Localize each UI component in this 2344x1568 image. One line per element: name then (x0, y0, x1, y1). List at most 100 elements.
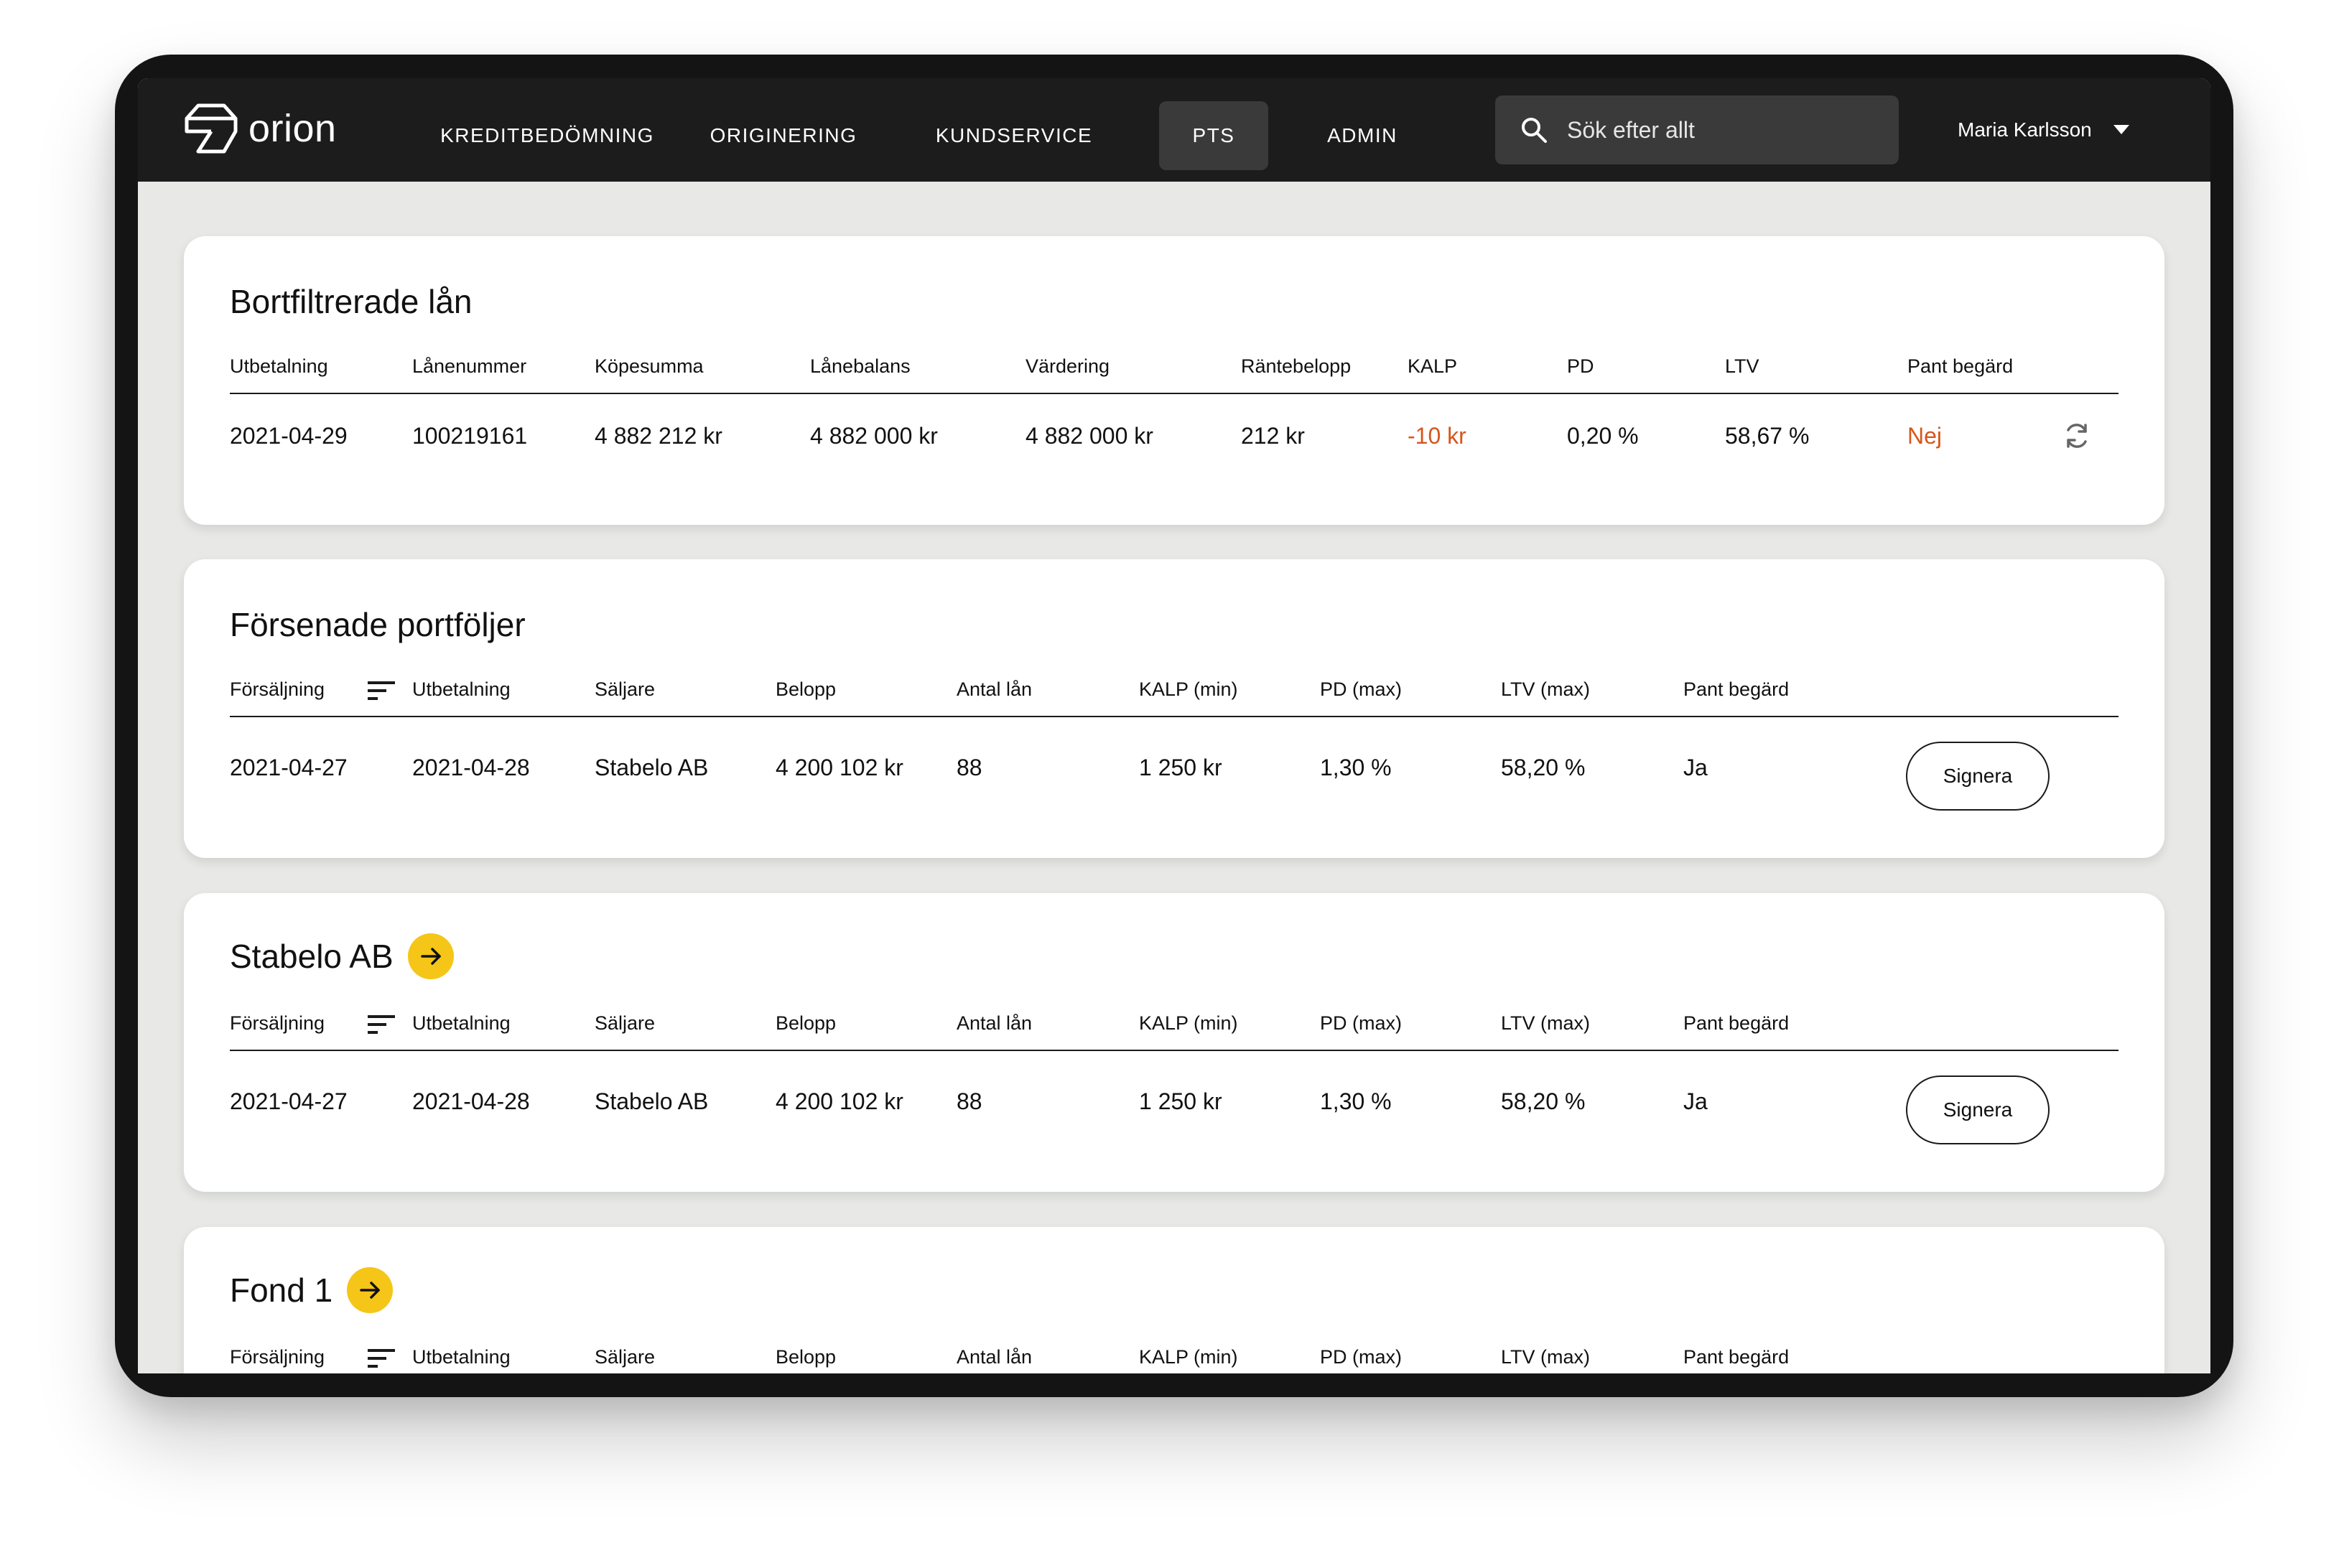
cell-pd: 0,20 % (1567, 423, 1639, 449)
nav-item-originering[interactable]: ORIGINERING (701, 101, 866, 170)
column-header[interactable]: Säljare (595, 1012, 655, 1035)
column-header[interactable]: Antal lån (957, 1012, 1032, 1035)
cell-belopp: 4 200 102 kr (776, 755, 903, 780)
table-row[interactable]: 2021-04-27 2021-04-28 Stabelo AB 4 200 1… (230, 1081, 2119, 1124)
cell-pd-max: 1,30 % (1320, 755, 1392, 780)
cell-saljare: Stabelo AB (595, 1088, 709, 1114)
column-header[interactable]: Utbetalning (412, 678, 511, 701)
cell-lanenummer: 100219161 (412, 423, 528, 449)
arrow-right-icon (420, 948, 441, 965)
column-header[interactable]: Försäljning (230, 1012, 325, 1035)
sign-button[interactable]: Signera (1906, 1075, 2050, 1144)
table-header-row: Försäljning Utbetalning Säljare Belopp A… (230, 1342, 2119, 1373)
cell-pd-max: 1,30 % (1320, 1088, 1392, 1114)
table-row[interactable]: 2021-04-29 100219161 4 882 212 kr 4 882 … (230, 416, 2119, 459)
column-header[interactable]: LTV (max) (1501, 678, 1590, 701)
column-header[interactable]: PD (max) (1320, 1012, 1402, 1035)
sort-icon[interactable] (368, 1015, 395, 1034)
open-stabelo-button[interactable] (407, 933, 454, 979)
column-header[interactable]: PD (max) (1320, 1346, 1402, 1368)
column-header[interactable]: PD (max) (1320, 678, 1402, 701)
open-fond1-button[interactable] (347, 1267, 394, 1313)
column-header[interactable]: Lånebalans (810, 355, 911, 378)
column-header[interactable]: Antal lån (957, 678, 1032, 701)
nav-item-kundservice[interactable]: KUNDSERVICE (921, 101, 1107, 170)
column-header[interactable]: Säljare (595, 1346, 655, 1368)
column-header[interactable]: Säljare (595, 678, 655, 701)
card-title: Bortfiltrerade lån (230, 283, 473, 320)
sign-button[interactable]: Signera (1906, 742, 2050, 811)
column-header[interactable]: KALP (min) (1139, 1012, 1238, 1035)
cell-ltv-max: 58,20 % (1501, 1088, 1586, 1114)
column-header[interactable]: Pant begärd (1907, 355, 2013, 378)
sort-icon[interactable] (368, 1349, 395, 1368)
table-header-row: Försäljning Utbetalning Säljare Belopp A… (230, 674, 2119, 717)
cell-vardering: 4 882 000 kr (1026, 423, 1153, 449)
search-icon (1522, 118, 1547, 143)
caret-down-icon (2113, 125, 2129, 134)
card-title-row: Stabelo AB (230, 933, 454, 979)
column-header[interactable]: Värdering (1026, 355, 1110, 378)
card-title: Försenade portföljer (230, 606, 526, 643)
user-menu[interactable]: Maria Karlsson (1958, 101, 2129, 159)
delayed-portfolios-card: Försenade portföljer Försäljning Utbetal… (184, 559, 2164, 858)
user-name: Maria Karlsson (1958, 118, 2092, 141)
column-header[interactable]: Belopp (776, 1012, 836, 1035)
column-header[interactable]: Utbetalning (412, 1346, 511, 1368)
column-header[interactable]: Utbetalning (412, 1012, 511, 1035)
cell-kalp: -10 kr (1408, 423, 1466, 449)
nav-item-admin[interactable]: ADMIN (1308, 101, 1416, 170)
column-header[interactable]: Lånenummer (412, 355, 526, 378)
card-title-row: Fond 1 (230, 1267, 394, 1313)
column-header[interactable]: Pant begärd (1683, 678, 1789, 701)
search-box[interactable] (1495, 95, 1899, 164)
column-header[interactable]: Försäljning (230, 678, 325, 701)
cell-antal-lan: 88 (957, 755, 982, 780)
column-header[interactable]: LTV (max) (1501, 1012, 1590, 1035)
cell-utbetalning: 2021-04-29 (230, 423, 348, 449)
column-header[interactable]: KALP (min) (1139, 1346, 1238, 1368)
arrow-right-icon (360, 1282, 380, 1299)
orion-logo-icon (185, 103, 238, 154)
column-header[interactable]: Räntebelopp (1241, 355, 1351, 378)
top-navigation-bar: orion KREDITBEDÖMNING ORIGINERING KUNDSE… (138, 78, 2210, 182)
search-input[interactable] (1567, 116, 1883, 144)
column-header[interactable]: Utbetalning (230, 355, 328, 378)
table-row[interactable]: 2021-04-27 2021-04-28 Stabelo AB 4 200 1… (230, 747, 2119, 790)
column-header[interactable]: Köpesumma (595, 355, 704, 378)
column-header[interactable]: LTV (1725, 355, 1759, 378)
fond1-card: Fond 1 Försäljning Utbetalning Säljare B… (184, 1227, 2164, 1373)
cell-forsaljning: 2021-04-27 (230, 1088, 348, 1114)
nav-item-pts[interactable]: PTS (1159, 101, 1268, 170)
column-header[interactable]: Antal lån (957, 1346, 1032, 1368)
nav-item-kreditbedomning[interactable]: KREDITBEDÖMNING (440, 101, 655, 170)
cell-utbetalning: 2021-04-28 (412, 1088, 530, 1114)
column-header[interactable]: PD (1567, 355, 1594, 378)
card-title: Stabelo AB (230, 938, 394, 975)
cell-kalp-min: 1 250 kr (1139, 1088, 1222, 1114)
refresh-icon[interactable] (2061, 420, 2093, 452)
logo[interactable]: orion (184, 103, 337, 154)
column-header[interactable]: Pant begärd (1683, 1346, 1789, 1368)
cell-pant-begard: Ja (1683, 755, 1708, 780)
logo-text: orion (248, 107, 337, 150)
device-frame: orion KREDITBEDÖMNING ORIGINERING KUNDSE… (115, 55, 2233, 1397)
cell-lanebalans: 4 882 000 kr (810, 423, 938, 449)
column-header[interactable]: KALP (min) (1139, 678, 1238, 701)
table-header-row: Utbetalning Lånenummer Köpesumma Lånebal… (230, 351, 2119, 394)
column-header[interactable]: KALP (1408, 355, 1457, 378)
cell-saljare: Stabelo AB (595, 755, 709, 780)
cell-utbetalning: 2021-04-28 (412, 755, 530, 780)
column-header[interactable]: Belopp (776, 678, 836, 701)
column-header[interactable]: Försäljning (230, 1346, 325, 1368)
cell-pant-begard: Nej (1907, 423, 1943, 449)
table-header-row: Försäljning Utbetalning Säljare Belopp A… (230, 1008, 2119, 1051)
column-header[interactable]: Belopp (776, 1346, 836, 1368)
card-title: Fond 1 (230, 1271, 333, 1309)
cell-ltv: 58,67 % (1725, 423, 1810, 449)
column-header[interactable]: Pant begärd (1683, 1012, 1789, 1035)
cell-rantebelopp: 212 kr (1241, 423, 1305, 449)
cell-kalp-min: 1 250 kr (1139, 755, 1222, 780)
sort-icon[interactable] (368, 681, 395, 700)
column-header[interactable]: LTV (max) (1501, 1346, 1590, 1368)
